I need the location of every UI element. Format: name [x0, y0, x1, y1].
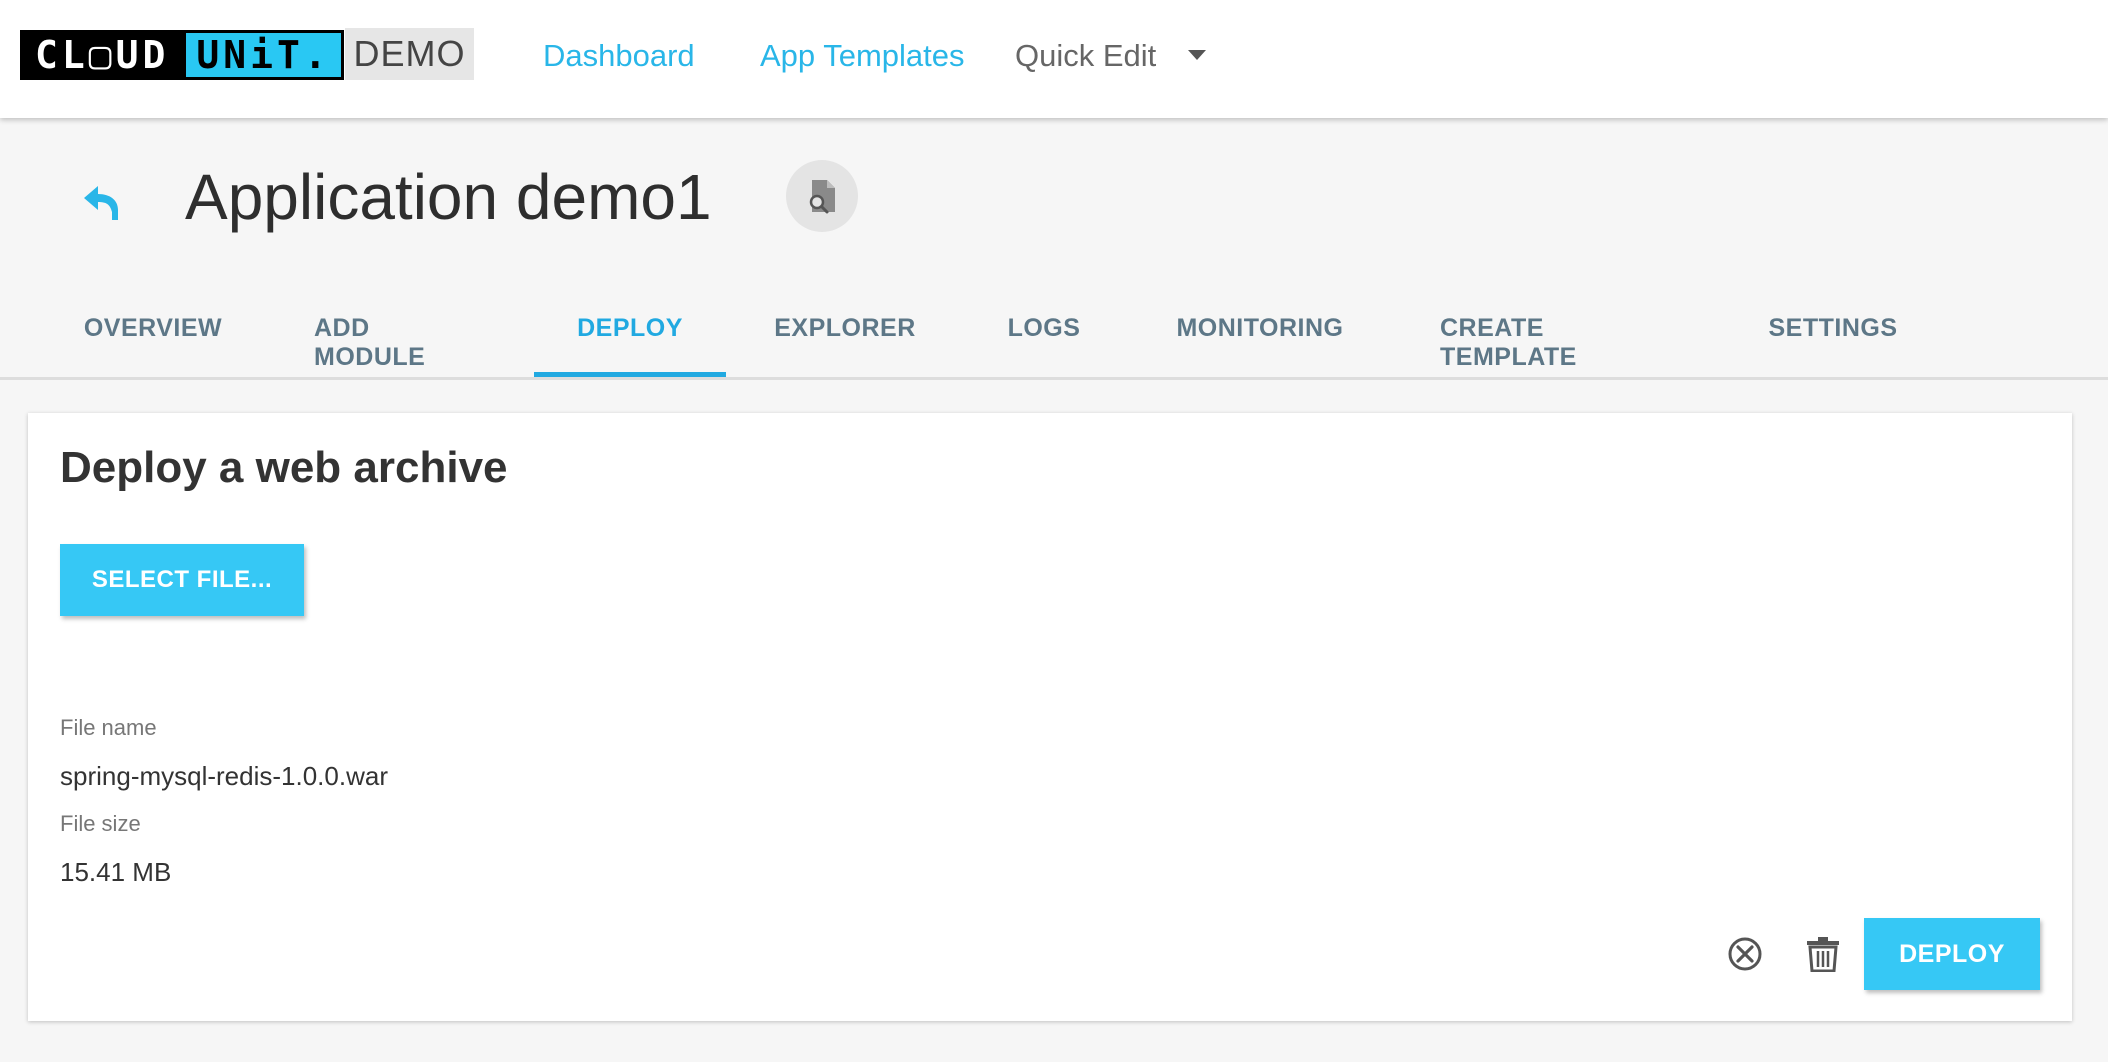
cancel-button[interactable]	[1722, 931, 1768, 977]
demo-badge: DEMO	[345, 28, 474, 80]
trash-icon	[1807, 937, 1839, 972]
view-docs-button[interactable]	[786, 160, 858, 232]
active-tab-indicator	[534, 372, 726, 377]
deploy-button[interactable]: DEPLOY	[1864, 918, 2040, 990]
file-name-value: spring-mysql-redis-1.0.0.war	[60, 761, 388, 791]
logo-cloud-text: CL▢UD	[20, 30, 187, 80]
nav-app-templates-link[interactable]: App Templates	[760, 38, 965, 74]
tab-add-module[interactable]: ADD MODULE	[314, 314, 484, 380]
tab-create-template[interactable]: CREATE TEMPLATE	[1440, 314, 1672, 380]
file-name-label: File name	[60, 715, 157, 740]
logo-unit-text: UNiT.	[186, 30, 344, 80]
quick-edit-label: Quick Edit	[1015, 38, 1157, 73]
tab-monitoring[interactable]: MONITORING	[1176, 314, 1344, 380]
file-size-value: 15.41 MB	[60, 857, 172, 887]
select-file-button[interactable]: SELECT FILE...	[60, 544, 304, 616]
application-tabs: OVERVIEW ADD MODULE DEPLOY EXPLORER LOGS…	[0, 300, 2108, 380]
page-title: Application demo1	[185, 161, 712, 233]
cloudunit-logo[interactable]: CL▢UD UNiT.	[20, 30, 344, 80]
top-navbar: CL▢UD UNiT. DEMO Dashboard App Templates…	[0, 0, 2108, 118]
tab-overview[interactable]: OVERVIEW	[84, 314, 222, 380]
quick-edit-dropdown[interactable]: Quick Edit	[1015, 38, 1207, 74]
tab-settings[interactable]: SETTINGS	[1768, 314, 1898, 380]
tab-deploy[interactable]: DEPLOY	[534, 314, 726, 380]
deploy-card: Deploy a web archive SELECT FILE... File…	[28, 413, 2072, 1021]
document-search-icon	[809, 180, 835, 214]
back-arrow-icon	[84, 186, 118, 220]
tab-explorer[interactable]: EXPLORER	[774, 314, 915, 380]
caret-down-icon	[1188, 50, 1207, 60]
nav-dashboard-link[interactable]: Dashboard	[543, 38, 695, 74]
file-size-label: File size	[60, 811, 141, 836]
delete-button[interactable]	[1800, 931, 1846, 977]
cancel-circle-icon	[1728, 937, 1762, 971]
deploy-card-title: Deploy a web archive	[60, 443, 508, 492]
back-button[interactable]	[80, 180, 124, 224]
tab-logs[interactable]: LOGS	[1008, 314, 1080, 380]
